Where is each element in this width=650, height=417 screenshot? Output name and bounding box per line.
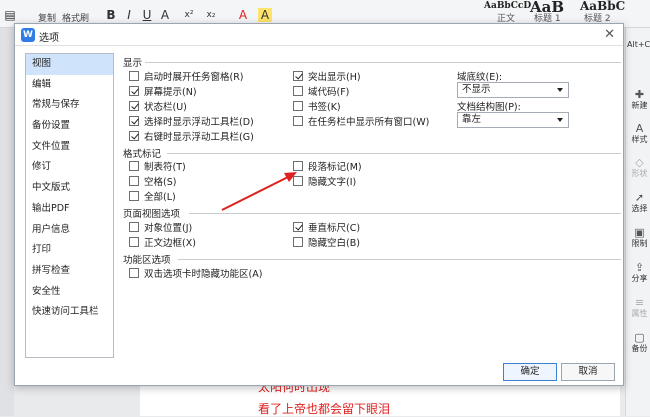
annotation-arrow bbox=[221, 172, 297, 211]
